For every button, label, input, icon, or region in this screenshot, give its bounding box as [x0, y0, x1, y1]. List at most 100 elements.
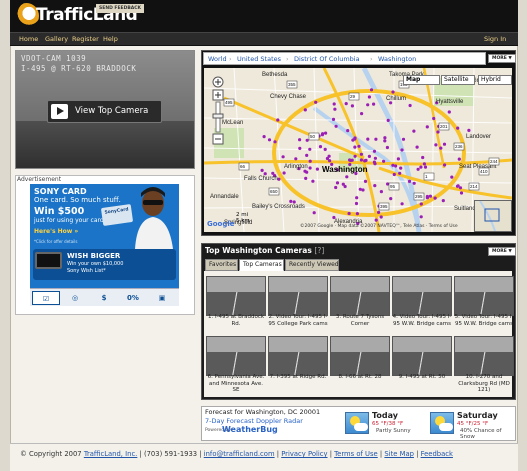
map-overview[interactable]: [474, 200, 512, 232]
camera-thumbnail[interactable]: [206, 276, 266, 316]
camera-location-dot[interactable]: [396, 157, 400, 161]
camera-location-dot[interactable]: [391, 163, 395, 167]
camera-location-dot[interactable]: [398, 171, 402, 175]
breadcrumb-district[interactable]: District Of Columbia: [294, 55, 360, 63]
camera-caption[interactable]: 8. I-66 at Rt. 28: [330, 374, 390, 381]
camera-location-dot[interactable]: [359, 152, 363, 156]
camera-location-dot[interactable]: [467, 128, 471, 132]
camera-location-dot[interactable]: [436, 130, 440, 134]
camera-location-dot[interactable]: [392, 172, 396, 177]
map-terms[interactable]: ©2007 Google · Map data ©2007 NAVTEQ™, T…: [300, 224, 458, 229]
camera-location-dot[interactable]: [442, 142, 447, 146]
nav-register[interactable]: Register: [72, 35, 99, 43]
camera-location-dot[interactable]: [363, 159, 367, 163]
camera-location-dot[interactable]: [447, 110, 451, 114]
breadcrumb-world[interactable]: World: [208, 55, 227, 63]
ad-tab-percent-icon[interactable]: 0%: [119, 291, 147, 305]
ad-howto-link[interactable]: Here's How »: [34, 228, 78, 235]
ad-tab-dollar-icon[interactable]: $: [90, 291, 118, 305]
camera-thumbnail[interactable]: [392, 336, 452, 376]
camera-location-dot[interactable]: [289, 199, 293, 203]
camera-location-dot[interactable]: [407, 179, 412, 183]
camera-location-dot[interactable]: [379, 190, 383, 194]
view-top-camera-button[interactable]: View Top Camera: [47, 100, 162, 123]
camera-location-dot[interactable]: [276, 118, 280, 122]
camera-location-dot[interactable]: [425, 194, 429, 199]
footer-sitemap-link[interactable]: Site Map: [384, 450, 414, 458]
camera-location-dot[interactable]: [332, 102, 336, 106]
ad-tab-headphones-icon[interactable]: ◎: [61, 291, 89, 305]
nav-home[interactable]: Home: [19, 35, 38, 43]
camera-location-dot[interactable]: [354, 201, 359, 206]
nav-gallery[interactable]: Gallery: [45, 35, 68, 43]
top-cameras-help[interactable]: [?]: [314, 246, 324, 255]
tab-top-cameras[interactable]: Top Cameras: [239, 259, 284, 271]
camera-location-dot[interactable]: [421, 155, 425, 160]
camera-location-dot[interactable]: [298, 138, 302, 142]
camera-location-dot[interactable]: [294, 157, 298, 161]
camera-location-dot[interactable]: [377, 210, 381, 214]
camera-location-dot[interactable]: [443, 163, 447, 167]
weatherbug-logo[interactable]: WeatherBug: [222, 425, 278, 434]
camera-location-dot[interactable]: [308, 166, 312, 170]
camera-location-dot[interactable]: [312, 211, 316, 215]
footer-company-link[interactable]: TrafficLand, Inc.: [84, 450, 138, 458]
camera-location-dot[interactable]: [415, 145, 419, 149]
camera-caption[interactable]: 7. I-395 at Ridge Rd.: [268, 374, 328, 381]
camera-location-dot[interactable]: [391, 90, 395, 94]
camera-location-dot[interactable]: [419, 215, 423, 219]
forecast-links[interactable]: 7-Day Forecast Doppler Radar: [205, 417, 303, 425]
nav-help[interactable]: Help: [103, 35, 118, 43]
tab-favorites[interactable]: Favorites: [205, 259, 238, 271]
camera-location-dot[interactable]: [434, 143, 438, 147]
camera-caption[interactable]: 1. I-495 at Braddock Rd.: [206, 314, 266, 327]
camera-location-dot[interactable]: [439, 146, 443, 150]
camera-location-dot[interactable]: [412, 181, 416, 185]
camera-location-dot[interactable]: [357, 144, 361, 148]
camera-thumbnail[interactable]: [454, 336, 514, 376]
advertisement[interactable]: Advertisement SONY CARD One card. So muc…: [15, 175, 195, 315]
camera-location-dot[interactable]: [305, 153, 309, 157]
camera-location-dot[interactable]: [385, 145, 389, 150]
camera-location-dot[interactable]: [355, 212, 359, 216]
camera-location-dot[interactable]: [386, 118, 390, 122]
camera-location-dot[interactable]: [305, 170, 309, 174]
camera-location-dot[interactable]: [347, 211, 351, 216]
camera-thumbnail[interactable]: [268, 276, 328, 316]
camera-thumbnail[interactable]: [330, 276, 390, 316]
camera-location-dot[interactable]: [367, 154, 371, 158]
camera-location-dot[interactable]: [277, 177, 281, 181]
camera-location-dot[interactable]: [320, 133, 324, 137]
camera-location-dot[interactable]: [353, 145, 357, 149]
send-feedback-button[interactable]: SEND FEEDBACK: [96, 4, 145, 13]
camera-location-dot[interactable]: [450, 175, 454, 179]
camera-location-dot[interactable]: [367, 95, 371, 99]
camera-location-dot[interactable]: [318, 145, 323, 149]
camera-thumbnail[interactable]: [454, 276, 514, 316]
camera-location-dot[interactable]: [311, 179, 315, 183]
camera-location-dot[interactable]: [363, 179, 368, 183]
camera-location-dot[interactable]: [361, 188, 365, 192]
camera-location-dot[interactable]: [456, 184, 460, 188]
camera-location-dot[interactable]: [372, 149, 377, 153]
camera-location-dot[interactable]: [334, 124, 338, 128]
camera-location-dot[interactable]: [344, 102, 348, 106]
camera-location-dot[interactable]: [304, 176, 308, 180]
camera-location-dot[interactable]: [459, 191, 464, 195]
camera-location-dot[interactable]: [273, 140, 277, 144]
camera-location-dot[interactable]: [324, 131, 328, 135]
camera-location-dot[interactable]: [401, 137, 406, 141]
camera-location-dot[interactable]: [263, 172, 267, 176]
camera-location-dot[interactable]: [308, 147, 312, 151]
camera-location-dot[interactable]: [432, 116, 436, 121]
camera-location-dot[interactable]: [372, 102, 376, 106]
camera-location-dot[interactable]: [419, 165, 423, 169]
camera-location-dot[interactable]: [366, 137, 370, 141]
camera-location-dot[interactable]: [359, 158, 363, 162]
footer-terms-link[interactable]: Terms of Use: [334, 450, 378, 458]
camera-caption[interactable]: 3. Route 7 Tysons Corner: [330, 314, 390, 327]
camera-location-dot[interactable]: [350, 104, 354, 108]
camera-location-dot[interactable]: [333, 107, 337, 111]
map-type-satellite[interactable]: Satellite: [441, 75, 475, 85]
camera-location-dot[interactable]: [335, 181, 340, 185]
